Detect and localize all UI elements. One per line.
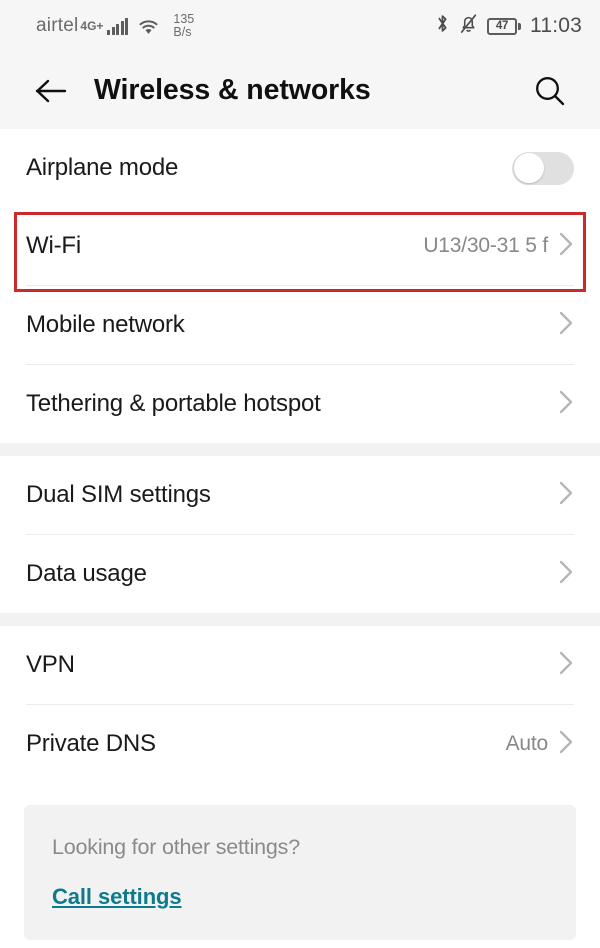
section-separator [0, 613, 600, 626]
network-speed-unit: B/s [173, 25, 192, 39]
row-vpn[interactable]: VPN [0, 626, 600, 704]
call-settings-link[interactable]: Call settings [52, 884, 182, 910]
settings-group: Wi-Fi U13/30-31 5 f Mobile network Tethe… [0, 207, 600, 443]
row-label: Airplane mode [26, 154, 179, 181]
row-label: VPN [26, 651, 75, 678]
status-bar-right: 47 11:03 [435, 13, 582, 39]
row-control [558, 650, 574, 681]
chevron-right-icon [558, 480, 574, 511]
settings-screen: airtel 4G+ 135 B/s 47 11:03 Wireless & n… [0, 0, 600, 948]
section-separator [0, 443, 600, 456]
battery-cap [518, 22, 521, 30]
network-type-label: 4G+ [80, 19, 104, 33]
airplane-mode-toggle[interactable] [512, 151, 574, 185]
row-label: Tethering & portable hotspot [26, 390, 321, 417]
app-bar: Wireless & networks [0, 52, 600, 129]
chevron-right-icon [558, 389, 574, 420]
back-arrow-icon[interactable] [30, 70, 72, 112]
status-bar: airtel 4G+ 135 B/s 47 11:03 [0, 0, 600, 52]
row-label: Dual SIM settings [26, 481, 211, 508]
chevron-right-icon [558, 231, 574, 262]
row-label: Data usage [26, 560, 147, 587]
other-settings-card: Looking for other settings? Call setting… [24, 805, 576, 940]
network-speed-indicator: 135 B/s [173, 13, 194, 39]
row-control [558, 310, 574, 341]
bell-muted-icon [459, 13, 478, 39]
settings-group: VPN Private DNS Auto [0, 626, 600, 783]
status-bar-left: airtel 4G+ 135 B/s [36, 13, 194, 39]
wifi-network-value: U13/30-31 5 f [423, 234, 548, 257]
settings-list: Airplane mode Wi-Fi U13/30-31 5 f Mobile… [0, 129, 600, 940]
row-control [558, 559, 574, 590]
clock-label: 11:03 [530, 14, 582, 37]
row-label: Wi-Fi [26, 232, 81, 259]
battery-icon: 47 [487, 17, 521, 35]
row-control [558, 389, 574, 420]
battery-percent-label: 47 [487, 17, 517, 35]
page-title: Wireless & networks [94, 74, 371, 106]
row-dual-sim-settings[interactable]: Dual SIM settings [0, 456, 600, 534]
row-private-dns[interactable]: Private DNS Auto [0, 705, 600, 783]
toggle-knob [513, 153, 544, 183]
bluetooth-icon [435, 13, 450, 39]
row-control [512, 151, 574, 185]
row-mobile-network[interactable]: Mobile network [0, 286, 600, 364]
private-dns-value: Auto [505, 732, 549, 755]
chevron-right-icon [558, 729, 574, 760]
row-label: Private DNS [26, 730, 156, 757]
chevron-right-icon [558, 559, 574, 590]
search-icon[interactable] [528, 69, 572, 113]
row-airplane-mode[interactable]: Airplane mode [0, 129, 600, 207]
other-settings-question: Looking for other settings? [52, 835, 300, 859]
row-control [558, 480, 574, 511]
row-control: U13/30-31 5 f [423, 231, 574, 262]
chevron-right-icon [558, 650, 574, 681]
row-label: Mobile network [26, 311, 185, 338]
settings-group: Dual SIM settings Data usage [0, 456, 600, 613]
signal-bars-icon [107, 17, 129, 35]
row-data-usage[interactable]: Data usage [0, 535, 600, 613]
chevron-right-icon [558, 310, 574, 341]
carrier-label: airtel [36, 15, 79, 36]
row-control: Auto [506, 729, 574, 760]
wifi-icon [137, 17, 160, 35]
row-tethering-hotspot[interactable]: Tethering & portable hotspot [0, 365, 600, 443]
settings-group: Airplane mode [0, 129, 600, 207]
row-wifi[interactable]: Wi-Fi U13/30-31 5 f [0, 207, 600, 285]
